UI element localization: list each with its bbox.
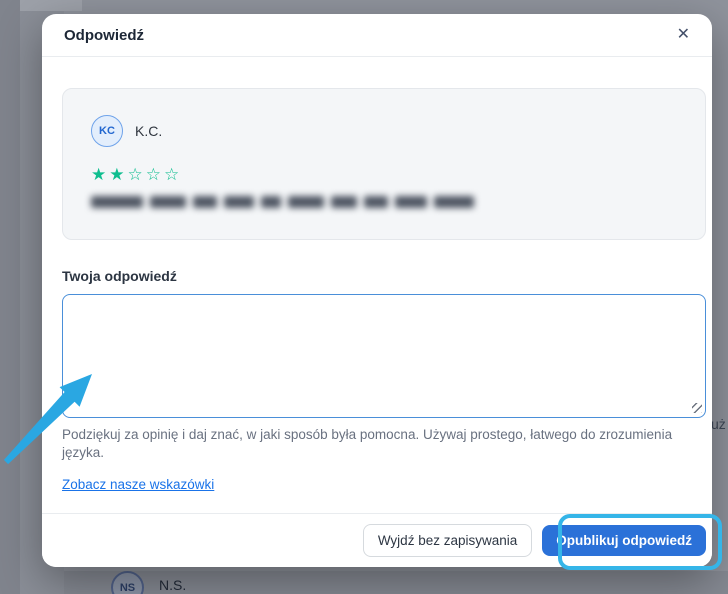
screen: NS N.S. uż Odpowiedź ✕ KC K.C. ★★☆☆☆ Two…	[0, 0, 728, 594]
discard-button[interactable]: Wyjdź bez zapisywania	[362, 523, 533, 558]
modal-footer: Wyjdź bez zapisywania Opublikuj odpowied…	[42, 513, 712, 567]
reply-modal: Odpowiedź ✕ KC K.C. ★★☆☆☆ Twoja odpowied…	[42, 14, 712, 567]
dimmed-background-strip	[20, 0, 82, 11]
reply-field-label: Twoja odpowiedź	[62, 268, 177, 284]
modal-title: Odpowiedź	[64, 26, 144, 44]
publish-button[interactable]: Opublikuj odpowiedź	[542, 524, 706, 557]
modal-header: Odpowiedź ✕	[42, 14, 712, 57]
blurred-review-text	[91, 196, 677, 209]
reply-textarea[interactable]	[62, 294, 706, 418]
reply-textarea-wrap	[62, 294, 706, 418]
guidelines-link[interactable]: Zobacz nasze wskazówki	[62, 477, 214, 492]
star-empty-icons: ☆☆☆	[127, 165, 183, 184]
close-icon[interactable]: ✕	[673, 23, 694, 47]
background-author-name: N.S.	[159, 577, 187, 593]
review-author-name: K.C.	[135, 123, 163, 139]
star-filled-icons: ★★	[91, 165, 128, 184]
review-card: KC K.C. ★★☆☆☆	[62, 88, 706, 240]
background-partial-text: uż	[711, 416, 726, 432]
reply-helper-text: Podziękuj za opinię i daj znać, w jaki s…	[62, 427, 673, 461]
star-rating: ★★☆☆☆	[91, 166, 677, 183]
modal-body: KC K.C. ★★☆☆☆ Twoja odpowiedź Podziękuj …	[42, 57, 712, 494]
avatar: KC	[91, 115, 123, 147]
review-header: KC K.C.	[91, 115, 677, 147]
dimmed-background-strip	[0, 0, 20, 594]
